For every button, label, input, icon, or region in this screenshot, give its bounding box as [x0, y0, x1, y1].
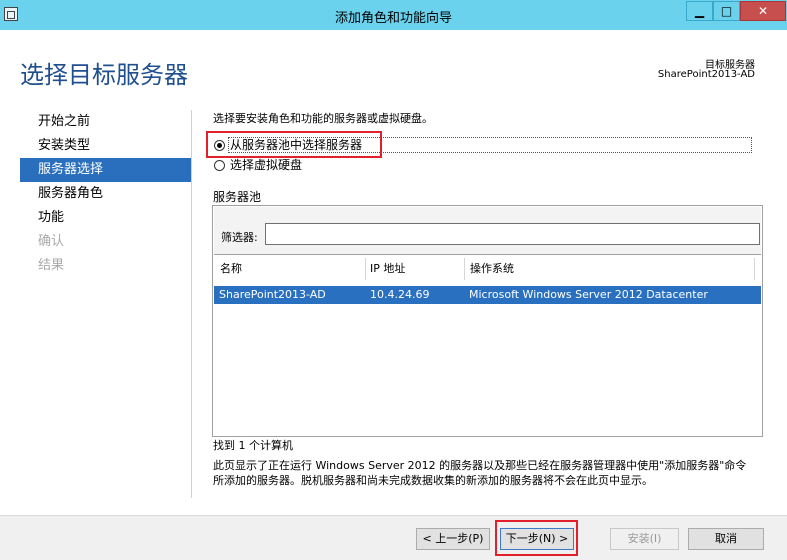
table-row[interactable]: SharePoint2013-AD 10.4.24.69 Microsoft W…	[214, 286, 761, 304]
highlight-annotation-option	[206, 131, 382, 158]
minimize-button[interactable]: ▁	[686, 1, 713, 21]
destination-server-value: SharePoint2013-AD	[657, 69, 755, 80]
nav-item-features[interactable]: 功能	[20, 206, 191, 230]
server-pool-heading: 服务器池	[213, 190, 262, 204]
nav-item-before-you-begin[interactable]: 开始之前	[20, 110, 191, 134]
server-pool-panel: 筛选器: 名称 IP 地址 操作系统 SharePoint2013-AD 10.…	[212, 205, 763, 437]
nav-item-installation-type[interactable]: 安装类型	[20, 134, 191, 158]
cell-operating-system: Microsoft Windows Server 2012 Datacenter	[469, 288, 708, 301]
radio-unselected-icon[interactable]	[214, 160, 225, 171]
cancel-button[interactable]: 取消	[688, 528, 764, 550]
filter-label: 筛选器:	[221, 231, 258, 244]
install-button: 安装(I)	[610, 528, 679, 550]
nav-item-confirmation: 确认	[38, 234, 65, 249]
column-separator	[464, 258, 465, 280]
column-header-ip[interactable]: IP 地址	[370, 260, 405, 278]
column-separator	[754, 258, 755, 280]
filter-bar: 筛选器:	[214, 207, 761, 254]
column-header-name[interactable]: 名称	[220, 260, 242, 278]
nav-item-server-selection[interactable]: 服务器选择	[20, 158, 191, 182]
window-title: 添加角色和功能向导	[334, 11, 452, 26]
nav-item-server-roles[interactable]: 服务器角色	[20, 182, 191, 206]
maximize-button[interactable]: □	[713, 1, 740, 21]
previous-button[interactable]: < 上一步(P)	[416, 528, 490, 550]
page-title: 选择目标服务器	[20, 61, 188, 89]
close-button[interactable]: ✕	[740, 1, 786, 21]
cell-ip-address: 10.4.24.69	[370, 288, 430, 301]
cell-server-name: SharePoint2013-AD	[219, 288, 326, 301]
grid-top-border	[214, 254, 761, 255]
intro-text: 选择要安装角色和功能的服务器或虚拟硬盘。	[213, 112, 433, 125]
option-label: 选择虚拟硬盘	[230, 158, 303, 172]
column-separator	[365, 258, 366, 280]
footer-bar: < 上一步(P) 下一步(N) > 安装(I) 取消	[0, 515, 787, 560]
wizard-steps-nav: 开始之前 安装类型 服务器选择 服务器角色 功能 确认 结果	[20, 110, 191, 278]
nav-divider	[191, 110, 192, 498]
nav-item-results: 结果	[38, 258, 65, 273]
found-count-text: 找到 1 个计算机	[213, 439, 293, 452]
highlight-annotation-next	[495, 520, 578, 556]
description-text: 此页显示了正在运行 Windows Server 2012 的服务器以及那些已经…	[213, 459, 747, 487]
title-bar: 添加角色和功能向导 ▁ □ ✕	[0, 0, 787, 30]
option-select-virtual-hard-disk[interactable]: 选择虚拟硬盘	[214, 157, 302, 173]
filter-input[interactable]	[265, 223, 760, 245]
column-header-os[interactable]: 操作系统	[470, 260, 514, 278]
